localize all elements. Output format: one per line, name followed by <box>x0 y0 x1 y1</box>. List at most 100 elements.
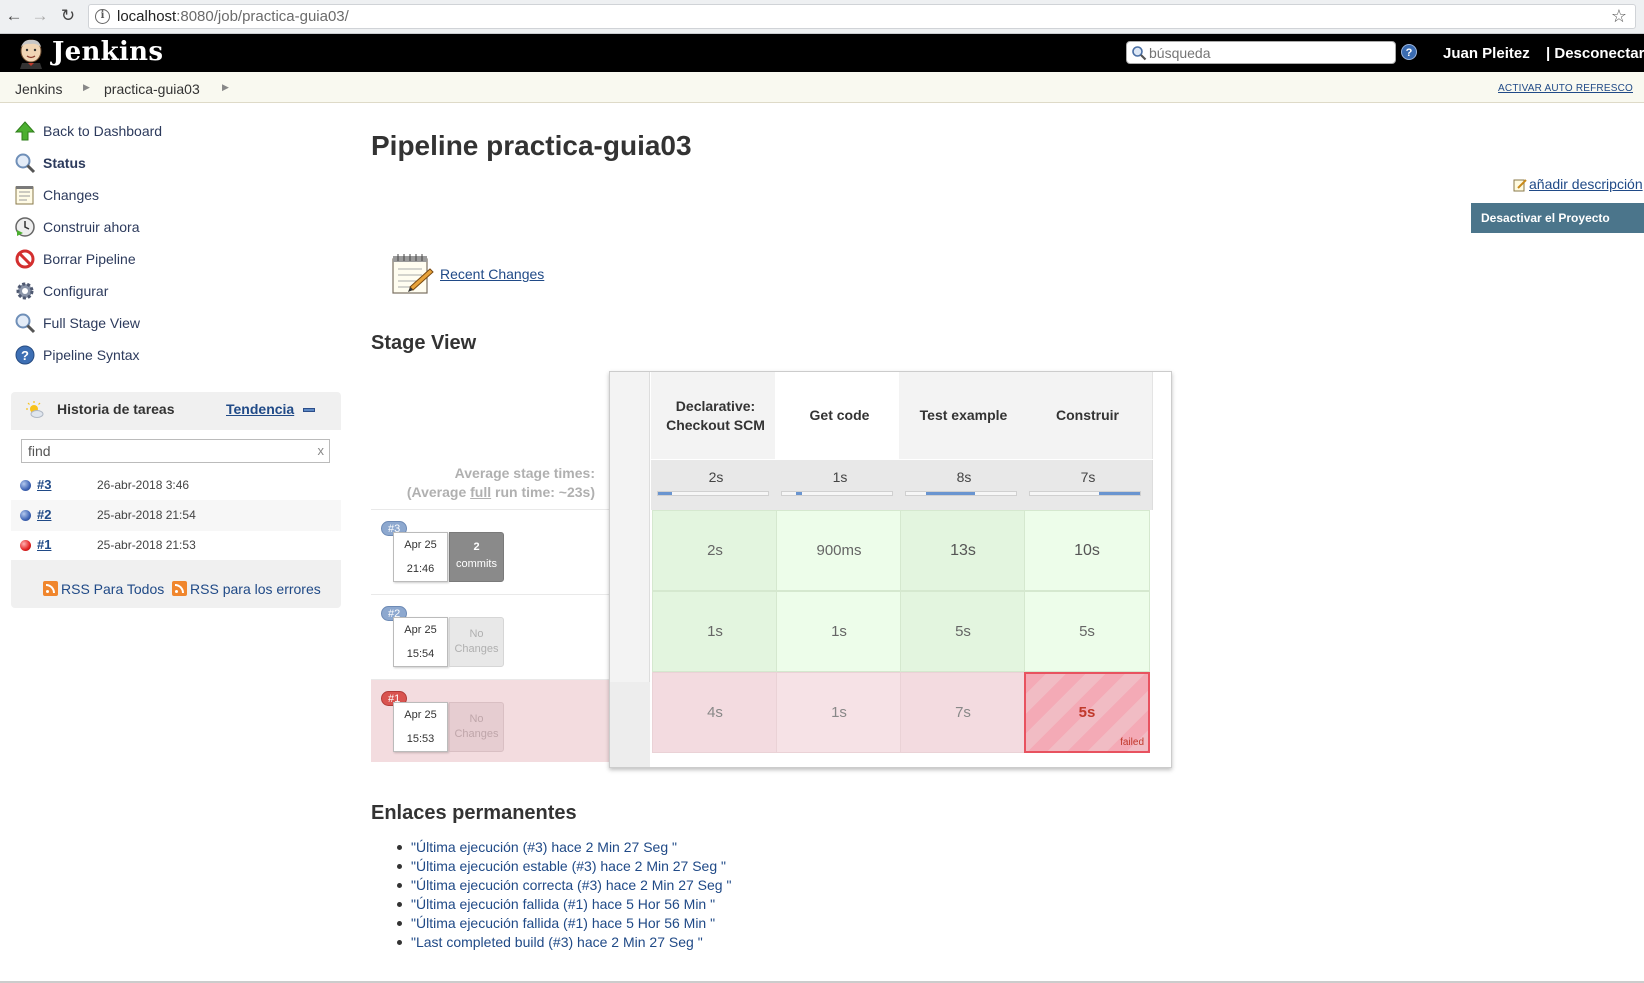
blue-ball-icon <box>20 510 31 521</box>
permalink-link[interactable]: "Last completed build (#3) hace 2 Min 27… <box>411 934 703 950</box>
stage-cell[interactable]: 5s <box>900 591 1026 672</box>
trend-link[interactable]: Tendencia <box>226 401 294 417</box>
notepad-icon <box>392 254 434 294</box>
build-history-row: #1 25-abr-2018 21:53 <box>11 530 341 561</box>
build-number-link[interactable]: #2 <box>37 507 51 522</box>
permalink-link[interactable]: "Última ejecución correcta (#3) hace 2 M… <box>411 877 731 893</box>
permalink-link[interactable]: "Última ejecución (#3) hace 2 Min 27 Seg… <box>411 839 677 855</box>
sidebar-item-label: Configurar <box>43 283 109 299</box>
stage-duration-track <box>905 491 1017 496</box>
auto-refresh-link[interactable]: ACTIVAR AUTO REFRESCO <box>1498 83 1633 94</box>
stage-header: Get code <box>775 372 905 459</box>
stage-duration: 13s <box>950 541 976 559</box>
magnifier-icon <box>15 153 36 174</box>
rss-links: RSS Para Todos RSS para los errores <box>43 581 321 597</box>
chevron-right-icon[interactable]: ▶ <box>222 82 229 93</box>
stage-cell[interactable]: 7s <box>900 672 1026 753</box>
build-date-link[interactable]: 25-abr-2018 21:53 <box>97 538 196 552</box>
page-title: Pipeline practica-guia03 <box>371 130 692 161</box>
run-row-1[interactable]: #1 Apr 25 15:53 No Changes <box>371 679 609 762</box>
stage-duration: 5s <box>955 623 971 640</box>
stage-cell[interactable]: 10s <box>1024 510 1150 591</box>
breadcrumb-jenkins[interactable]: Jenkins <box>15 81 62 97</box>
info-icon[interactable]: i <box>95 9 110 24</box>
build-number-link[interactable]: #3 <box>37 477 51 492</box>
sidebar-item-label: Borrar Pipeline <box>43 251 136 267</box>
recent-changes-link[interactable]: Recent Changes <box>440 266 544 282</box>
permalink-link[interactable]: "Última ejecución fallida (#1) hace 5 Ho… <box>411 915 715 931</box>
stage-duration-fill <box>925 492 976 495</box>
jenkins-butler-icon[interactable] <box>16 37 46 69</box>
build-history-panel: Historia de tareas Tendencia x #3 26-abr… <box>11 392 341 608</box>
reload-icon[interactable]: ↻ <box>58 6 78 26</box>
address-bar[interactable]: i localhost:8080/job/practica-guia03/ ☆ <box>88 4 1636 29</box>
stage-duration-track <box>657 491 769 496</box>
user-name-link[interactable]: Juan Pleitez <box>1443 45 1530 62</box>
sun-cloud-icon <box>26 401 44 418</box>
logout-link[interactable]: | Desconectar <box>1546 45 1644 62</box>
stage-cell[interactable]: 1s <box>776 591 902 672</box>
stage-cell[interactable]: 4s <box>652 672 778 753</box>
run-date: Apr 25 15:54 <box>393 617 448 667</box>
build-date-link[interactable]: 26-abr-2018 3:46 <box>97 478 189 492</box>
sidebar-item-label: Full Stage View <box>43 315 141 331</box>
run-row-2[interactable]: #2 Apr 25 15:54 No Changes <box>371 594 609 677</box>
back-arrow-icon[interactable]: ← <box>4 6 24 26</box>
run-row-3[interactable]: #3 Apr 25 21:46 2 commits <box>371 509 609 592</box>
stage-cell[interactable]: 5s <box>1024 591 1150 672</box>
search-input[interactable] <box>1149 43 1389 62</box>
search-help-icon[interactable]: ? <box>1401 44 1417 60</box>
sidebar-item-label: Back to Dashboard <box>43 123 163 139</box>
average-stage-times-label: Average stage times: (Average full run t… <box>406 465 595 500</box>
search-box[interactable] <box>1126 41 1396 64</box>
stage-duration: 1s <box>831 704 847 721</box>
sidebar-item-label: Pipeline Syntax <box>43 347 140 363</box>
stage-duration: 7s <box>955 704 971 721</box>
bookmark-star-icon[interactable]: ☆ <box>1611 6 1627 27</box>
stage-cell[interactable]: 900ms <box>776 510 902 591</box>
clear-filter-icon[interactable]: x <box>318 443 325 458</box>
stage-cell-failed[interactable]: 5s failed <box>1024 672 1150 753</box>
stage-duration: 1s <box>707 623 723 640</box>
rss-failures-link[interactable]: RSS para los errores <box>190 581 321 597</box>
svg-text:?: ? <box>21 348 29 363</box>
stage-cell[interactable]: 1s <box>652 591 778 672</box>
run-date: Apr 25 15:53 <box>393 702 448 752</box>
build-history-title: Historia de tareas <box>57 401 175 417</box>
list-item: "Última ejecución fallida (#1) hace 5 Ho… <box>396 914 731 933</box>
chevron-right-icon[interactable]: ▶ <box>83 82 90 93</box>
edit-icon <box>1513 179 1527 192</box>
collapse-icon[interactable] <box>303 408 315 412</box>
stage-duration: 5s <box>1079 623 1095 640</box>
jenkins-logo-text[interactable]: Jenkins <box>52 37 163 67</box>
stage-view-title: Stage View <box>371 332 477 354</box>
build-history-list: x #3 26-abr-2018 3:46 #2 25-abr-2018 21:… <box>11 430 341 560</box>
rss-all-link[interactable]: RSS Para Todos <box>61 581 164 597</box>
changes-box[interactable]: 2 commits <box>449 532 504 582</box>
forward-arrow-icon[interactable]: → <box>30 6 50 26</box>
build-filter-input[interactable] <box>28 442 308 460</box>
permalinks-list: "Última ejecución (#3) hace 2 Min 27 Seg… <box>371 838 731 952</box>
build-filter-box[interactable]: x <box>21 439 330 463</box>
breadcrumb-job[interactable]: practica-guia03 <box>104 81 200 97</box>
sidebar-item-label: Changes <box>43 187 100 203</box>
permalinks-title: Enlaces permanentes <box>371 802 577 824</box>
build-number-link[interactable]: #1 <box>37 537 51 552</box>
stage-cell[interactable]: 2s <box>652 510 778 591</box>
rss-icon <box>43 581 58 596</box>
permalink-link[interactable]: "Última ejecución fallida (#1) hace 5 Ho… <box>411 896 715 912</box>
permalink-link[interactable]: "Última ejecución estable (#3) hace 2 Mi… <box>411 858 726 874</box>
stage-cell[interactable]: 13s <box>900 510 1026 591</box>
disable-project-button[interactable]: Desactivar el Proyecto <box>1471 203 1644 233</box>
list-item: "Última ejecución estable (#3) hace 2 Mi… <box>396 857 731 876</box>
up-arrow-icon <box>14 121 36 141</box>
stage-cell[interactable]: 1s <box>776 672 902 753</box>
stage-average-value: 2s <box>708 469 724 485</box>
build-date-link[interactable]: 25-abr-2018 21:54 <box>97 508 196 522</box>
add-description-link[interactable]: añadir descripción <box>1529 176 1643 192</box>
sidebar-item-label: Status <box>43 155 86 171</box>
sidebar-item-label: Construir ahora <box>43 219 140 235</box>
stage-duration: 2s <box>707 542 723 559</box>
stage-gutter-failed <box>610 682 650 767</box>
failed-label: failed <box>1120 737 1144 748</box>
